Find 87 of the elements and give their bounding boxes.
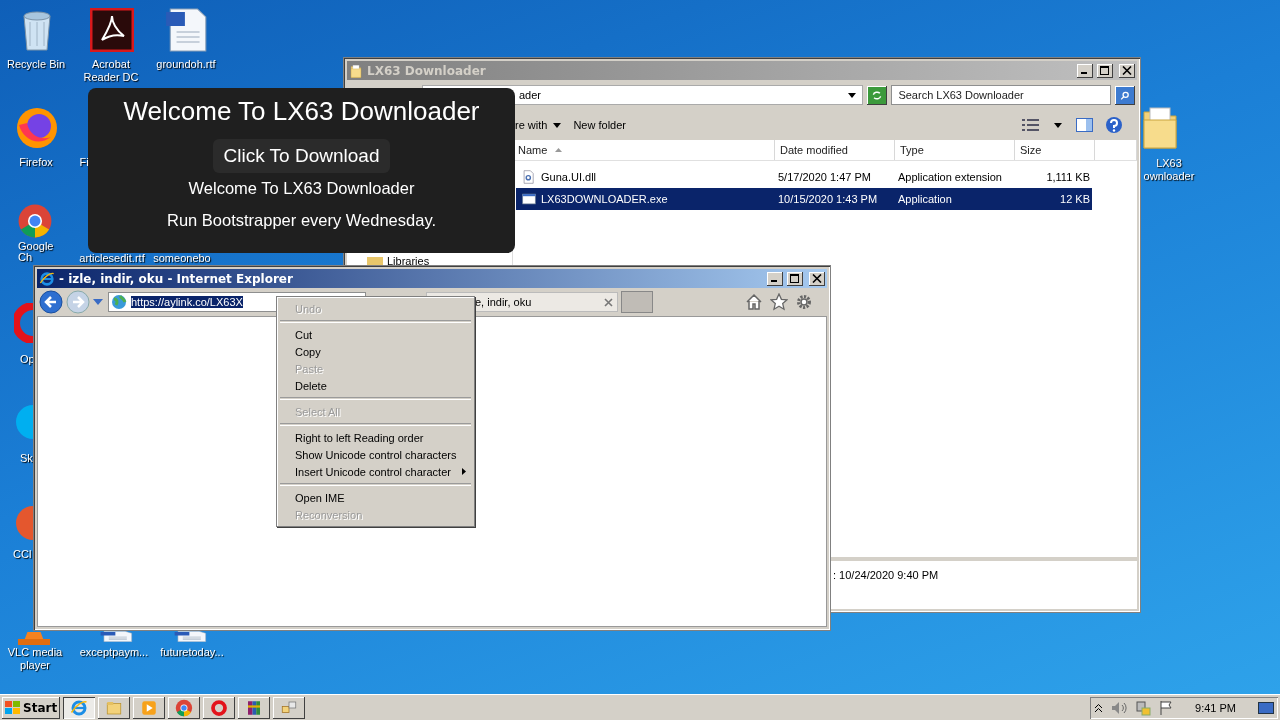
caret-icon[interactable] [1054,122,1062,128]
icon-label[interactable]: articlesedit.rtf [76,252,148,264]
taskbar-button[interactable] [203,696,236,719]
icon-label[interactable]: VLC media player [4,646,66,672]
window-file-icon [522,192,536,206]
refresh-icon [872,90,883,100]
icon-label[interactable]: groundoh.rtf [150,58,222,71]
maximize-icon [790,274,800,283]
menu-item[interactable]: Open IME [279,489,472,506]
menu-item[interactable]: Delete [279,377,472,394]
taskbar-button[interactable] [273,696,306,719]
help-icon[interactable] [1105,116,1123,134]
taskbar-button[interactable] [133,696,166,719]
browser-icon [70,698,89,717]
column-header[interactable]: Date modified [775,140,895,160]
close-button[interactable] [809,271,825,286]
caret-icon[interactable] [848,92,857,98]
file-row[interactable]: Guna.UI.dll 5/17/2020 1:47 PM Application extension 1,111 KB [516,166,1092,188]
icon-label[interactable]: Google Ch [18,241,60,263]
browser-icon [39,270,55,287]
toolbar-button[interactable]: re with [509,119,568,131]
popup-text: Run Bootstrapper every Wednesday. [166,211,436,230]
back-icon[interactable] [39,290,63,314]
search-field[interactable]: Search LX63 Downloader [891,85,1112,105]
window-title: - izle, indir, oku - Internet Explorer [59,271,294,286]
caret-icon [553,122,562,128]
settings-icon[interactable] [795,293,813,311]
browser-icon[interactable] [17,203,53,239]
sort-arrow-icon [555,148,563,152]
pdf-icon[interactable] [90,8,134,52]
taskbar-button[interactable] [238,696,271,719]
menu-item[interactable]: Show Unicode control characters [279,446,472,463]
play-icon [140,698,159,717]
date-created-text: : 10/24/2020 9:40 PM [833,569,939,583]
menu-item[interactable]: Right to left Reading order [279,429,472,446]
taskbar-button[interactable] [98,696,131,719]
close-icon[interactable] [604,297,613,307]
close-icon [812,274,822,283]
icon-label[interactable]: Sk [20,452,33,465]
speaker-icon[interactable] [1111,700,1128,715]
chevron-up-icon[interactable] [1094,702,1104,713]
star-icon[interactable] [770,293,788,311]
maximize-button[interactable] [787,271,803,286]
submenu-arrow-icon [462,468,466,475]
flag-icon[interactable] [1159,700,1174,715]
icon-label[interactable]: Fi [78,156,90,169]
list-view-icon[interactable] [1022,119,1040,131]
taskbar-button[interactable] [168,696,201,719]
refresh-button[interactable] [867,85,888,105]
gear-file-icon [522,170,536,184]
menu-item[interactable]: Insert Unicode control character [279,463,472,480]
close-icon [1122,66,1132,75]
browser-icon [175,698,194,717]
url-text: https://aylink.co/LX63X [131,296,243,308]
toolbar-button[interactable]: New folder [567,119,632,131]
search-button[interactable] [1115,85,1135,105]
column-header[interactable]: Type [895,140,1015,160]
clock[interactable]: 9:41 PM [1195,701,1236,714]
file-row[interactable]: LX63DOWNLOADER.exe 10/15/2020 1:43 PM Application 12 KB [516,188,1092,210]
popup-text: Welcome To LX63 Downloader [188,179,415,198]
preview-pane-icon[interactable] [1076,118,1093,132]
icon-label[interactable]: Firefox [6,156,66,169]
icon-label[interactable]: someonebo [153,252,211,264]
window-title: LX63 Downloader [367,63,487,78]
column-header[interactable]: Size [1015,140,1095,160]
menu-item[interactable]: Copy [279,343,472,360]
maximize-icon [1100,66,1110,75]
icon-label[interactable]: CCl [13,548,33,561]
windows-logo-icon [5,700,21,715]
browser-icon[interactable] [14,105,60,151]
globe-icon [111,294,127,310]
folder-icon [349,63,363,78]
start-button[interactable]: Start [2,696,61,719]
home-icon[interactable] [745,293,763,311]
icon-label[interactable]: Recycle Bin [4,58,68,71]
search-icon [1120,90,1130,100]
document-icon[interactable] [173,631,209,642]
document-icon[interactable] [99,631,135,642]
icon-label[interactable]: Acrobat Reader DC [78,58,144,84]
ring-icon [210,698,229,717]
show-desktop-icon[interactable] [1258,700,1274,715]
minimize-button[interactable] [767,271,783,286]
download-button[interactable]: Click To Download [212,139,391,173]
taskbar-button[interactable] [63,696,96,719]
icon-label[interactable]: LX63 ownloader [1140,157,1198,183]
folder-icon[interactable] [1142,104,1178,150]
menu-item[interactable]: Cut [279,326,472,343]
